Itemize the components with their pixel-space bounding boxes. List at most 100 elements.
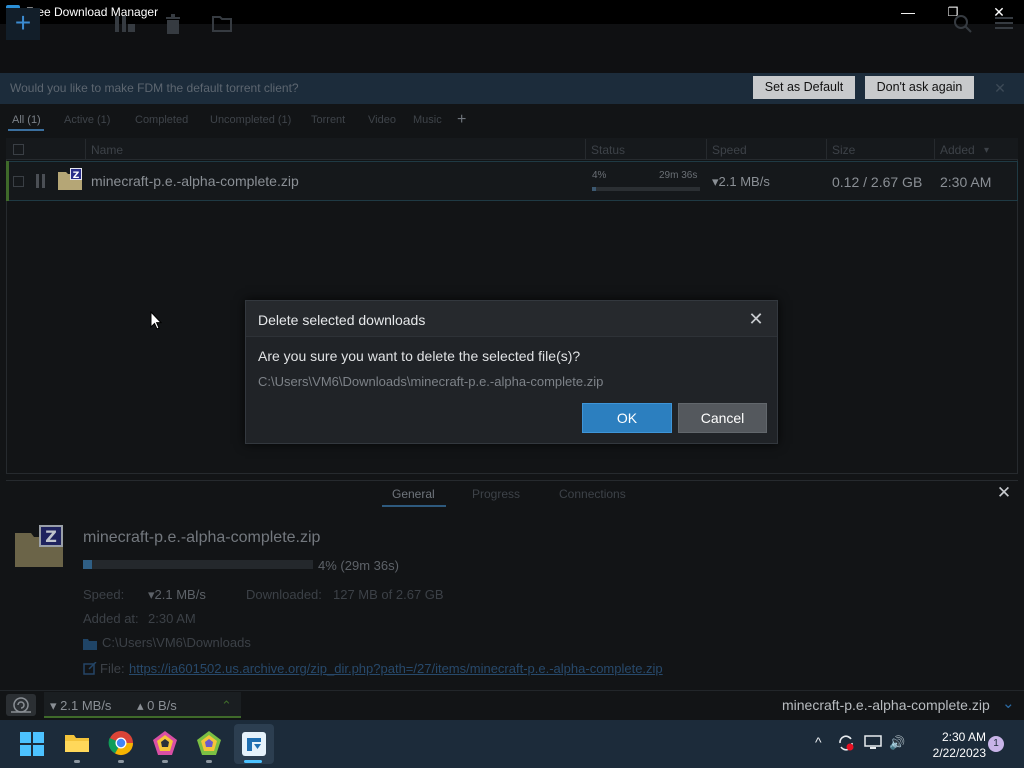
dialog-file-path: C:\Users\VM6\Downloads\minecraft-p.e.-al… xyxy=(258,374,604,389)
download-name: minecraft-p.e.-alpha-complete.zip xyxy=(91,173,299,189)
details-progress-bar xyxy=(83,560,313,569)
download-eta: 29m 36s xyxy=(659,170,698,181)
taskbar-running-indicator xyxy=(118,760,124,763)
download-speed: ▾2.1 MB/s xyxy=(712,174,770,189)
title-bar: Free Download Manager xyxy=(0,0,1024,24)
tab-connections[interactable]: Connections xyxy=(559,487,626,501)
taskbar-running-indicator xyxy=(162,760,168,763)
taskbar-running-indicator xyxy=(206,760,212,763)
system-clock[interactable]: 2:30 AM 2/22/2023 xyxy=(912,729,986,761)
mouse-cursor-icon xyxy=(150,310,163,331)
tab-video[interactable]: Video xyxy=(368,114,396,126)
screen: Free Download Manager — ❐ ✕ + Would you … xyxy=(0,0,1024,768)
volume-icon[interactable]: 🔊 xyxy=(889,735,905,751)
tab-general[interactable]: General xyxy=(392,487,435,501)
column-separator xyxy=(585,139,586,160)
tab-all[interactable]: All (1) xyxy=(12,114,41,126)
windows-start-icon[interactable] xyxy=(20,732,44,756)
tab-music[interactable]: Music xyxy=(413,114,442,126)
folder-icon xyxy=(83,637,97,650)
main-menu-icon[interactable] xyxy=(994,14,1013,34)
column-separator xyxy=(706,139,707,160)
tab-active[interactable]: Active (1) xyxy=(64,114,110,126)
zip-file-large-icon: Z xyxy=(15,525,63,567)
zip-file-icon: Z xyxy=(58,168,82,190)
download-size: 0.12 / 2.67 GB xyxy=(832,174,923,190)
chrome-icon[interactable] xyxy=(108,730,134,756)
details-progress-text: 4% (29m 36s) xyxy=(318,558,399,573)
svg-text:Z: Z xyxy=(73,171,80,181)
banner-close-icon[interactable]: ✕ xyxy=(992,80,1008,96)
details-filename: minecraft-p.e.-alpha-complete.zip xyxy=(83,529,321,546)
downloaded-label: Downloaded: xyxy=(246,587,322,602)
tab-progress[interactable]: Progress xyxy=(472,487,520,501)
open-folder-icon[interactable] xyxy=(212,14,232,34)
file-label: File: xyxy=(100,661,125,676)
ok-button[interactable]: OK xyxy=(582,403,672,433)
file-explorer-icon[interactable] xyxy=(64,730,90,756)
column-name[interactable]: Name xyxy=(91,143,123,157)
dialog-title-bar: Delete selected downloads ✕ xyxy=(246,301,777,337)
added-at-label: Added at: xyxy=(83,611,139,626)
taskbar-running-indicator xyxy=(74,760,80,763)
cancel-button[interactable]: Cancel xyxy=(678,403,767,433)
delete-confirmation-dialog: Delete selected downloads ✕ Are you sure… xyxy=(245,300,778,444)
sort-descending-icon: ▾ xyxy=(984,145,990,156)
details-panel xyxy=(6,480,1018,686)
column-added[interactable]: Added xyxy=(940,143,975,157)
active-tab-indicator xyxy=(8,129,44,131)
dialog-question: Are you sure you want to delete the sele… xyxy=(258,348,581,364)
column-speed[interactable]: Speed xyxy=(712,143,747,157)
speed-label: Speed: xyxy=(83,587,125,602)
column-status[interactable]: Status xyxy=(591,143,625,157)
search-icon[interactable] xyxy=(953,14,972,34)
download-added: 2:30 AM xyxy=(940,174,992,190)
tab-completed[interactable]: Completed xyxy=(135,114,188,126)
dialog-close-icon[interactable]: ✕ xyxy=(746,309,766,329)
app-icon-pentagon-2[interactable] xyxy=(196,730,222,756)
show-hidden-icons-chevron[interactable]: ^ xyxy=(815,734,822,750)
row-checkbox[interactable] xyxy=(13,176,24,187)
dont-ask-again-button[interactable]: Don't ask again xyxy=(865,76,974,99)
list-header xyxy=(6,138,1018,160)
pause-icon[interactable] xyxy=(36,174,46,188)
speed-limiter-icon[interactable] xyxy=(6,694,36,716)
minimize-button[interactable]: — xyxy=(885,0,931,24)
tab-torrent[interactable]: Torrent xyxy=(311,114,345,126)
download-speed-total: ▾ 2.1 MB/s xyxy=(50,698,112,713)
delete-icon[interactable] xyxy=(164,14,182,34)
column-separator xyxy=(85,139,86,160)
current-file-name: minecraft-p.e.-alpha-complete.zip xyxy=(782,697,990,713)
tab-uncompleted[interactable]: Uncompleted (1) xyxy=(210,114,291,126)
download-progress-fill xyxy=(592,187,597,191)
pause-resume-icon[interactable] xyxy=(114,14,135,34)
added-at-value: 2:30 AM xyxy=(148,611,196,626)
network-icon[interactable] xyxy=(864,735,882,751)
add-download-button[interactable]: + xyxy=(6,8,40,40)
details-active-tab-indicator xyxy=(382,505,446,507)
clock-time: 2:30 AM xyxy=(941,730,986,744)
set-as-default-button[interactable]: Set as Default xyxy=(753,76,855,99)
destination-folder-link[interactable]: C:\Users\VM6\Downloads xyxy=(102,635,251,650)
column-size[interactable]: Size xyxy=(832,143,855,157)
file-url-link[interactable]: https://ia601502.us.archive.org/zip_dir.… xyxy=(129,661,663,676)
svg-text:Z: Z xyxy=(45,527,57,546)
expand-speed-icon[interactable]: ⌃ xyxy=(221,698,232,714)
details-close-icon[interactable]: ✕ xyxy=(996,484,1012,501)
notification-badge[interactable]: 1 xyxy=(988,736,1004,752)
add-filter-tab-button[interactable]: + xyxy=(457,111,466,129)
download-percent: 4% xyxy=(592,170,607,181)
row-status-accent xyxy=(6,161,9,201)
details-progress-fill xyxy=(83,560,93,569)
upload-speed-total: ▴ 0 B/s xyxy=(137,698,177,713)
edit-link-icon[interactable] xyxy=(83,661,97,675)
download-progress-bar xyxy=(592,187,700,191)
collapse-panel-icon[interactable]: ⌄ xyxy=(1002,694,1015,712)
clock-date: 2/22/2023 xyxy=(932,746,986,760)
app-icon-pentagon-1[interactable] xyxy=(152,730,178,756)
select-all-checkbox[interactable] xyxy=(13,144,24,155)
taskbar-active-indicator xyxy=(244,760,262,763)
fdm-taskbar-icon[interactable] xyxy=(242,732,266,756)
downloaded-value: 127 MB of 2.67 GB xyxy=(333,587,444,602)
sync-icon[interactable] xyxy=(837,734,855,752)
